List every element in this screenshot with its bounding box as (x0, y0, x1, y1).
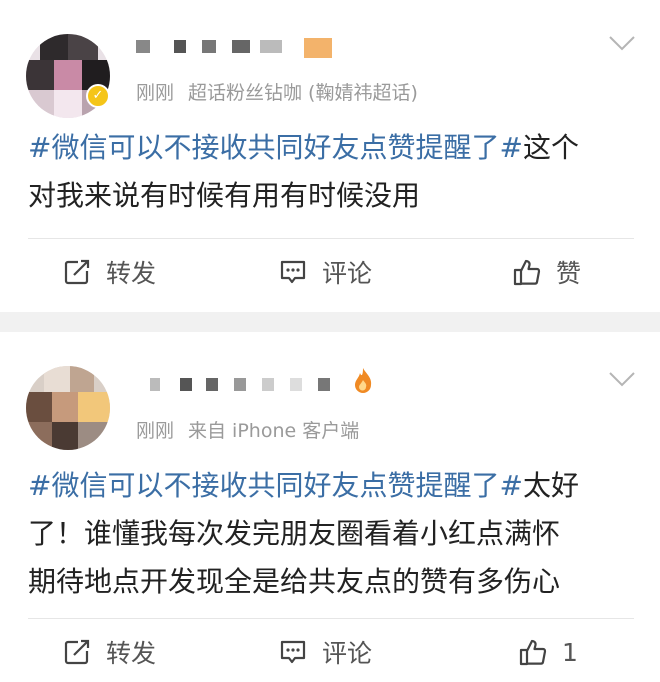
repost-button[interactable]: 转发 (62, 242, 156, 302)
post-text-segment: 这个 (522, 131, 579, 164)
card-separator (0, 312, 660, 332)
topic-link[interactable]: #微信可以不接收共同好友点赞提醒了# (28, 469, 523, 502)
repost-button[interactable]: 转发 (62, 622, 156, 682)
repost-icon (62, 257, 92, 287)
like-label: 赞 (556, 259, 582, 288)
post-meta: 刚刚 超话粉丝钻咖 (鞠婧祎超话) (136, 78, 418, 105)
like-button[interactable]: 1 (518, 622, 578, 682)
comment-label: 评论 (322, 259, 373, 288)
divider (28, 238, 634, 239)
post-text-line: 期待地点开发现全是给共友点的赞有多伤心 (28, 565, 561, 598)
repost-icon (62, 637, 92, 667)
comment-icon (278, 637, 308, 667)
post-text-line: 对我来说有时候有用有时候没用 (28, 179, 421, 212)
username-blurred[interactable] (136, 34, 336, 58)
action-bar: 转发 评论 赞 (0, 242, 660, 302)
comment-label: 评论 (322, 639, 373, 668)
divider (28, 618, 634, 619)
post-time: 刚刚 (136, 82, 175, 104)
feed-card: ✓ 刚刚 超话粉丝钻咖 (鞠婧祎超话) #微信可以不接收共同好友点赞提醒了#这个 … (0, 0, 660, 312)
action-bar: 转发 评论 1 (0, 622, 660, 682)
post-meta: 刚刚 来自 iPhone 客户端 (136, 416, 359, 443)
comment-icon (278, 257, 308, 287)
post-text-segment: 太好 (522, 469, 579, 502)
repost-label: 转发 (106, 639, 157, 668)
thumbs-up-icon (512, 257, 542, 287)
thumbs-up-icon (518, 637, 548, 667)
post-text: #微信可以不接收共同好友点赞提醒了#太好 了！谁懂我每次发完朋友圈看着小红点满怀… (28, 462, 634, 606)
like-count: 1 (562, 637, 578, 667)
post-source[interactable]: 超话粉丝钻咖 (鞠婧祎超话) (188, 82, 418, 104)
avatar[interactable] (26, 366, 110, 450)
post-text-line: #微信可以不接收共同好友点赞提醒了#这个 (28, 124, 634, 172)
chevron-down-icon[interactable] (608, 370, 636, 388)
chevron-down-icon[interactable] (608, 34, 636, 52)
post-text-line: #微信可以不接收共同好友点赞提醒了#太好 (28, 462, 634, 510)
fire-badge-icon (352, 366, 374, 394)
post-text-line: 了！谁懂我每次发完朋友圈看着小红点满怀 (28, 517, 561, 550)
like-button[interactable]: 赞 (512, 242, 581, 302)
post-source: 来自 iPhone 客户端 (188, 420, 360, 442)
post-time: 刚刚 (136, 420, 175, 442)
comment-button[interactable]: 评论 (278, 622, 372, 682)
repost-label: 转发 (106, 259, 157, 288)
post-text: #微信可以不接收共同好友点赞提醒了#这个 对我来说有时候有用有时候没用 (28, 124, 634, 220)
verified-badge-icon: ✓ (86, 84, 110, 108)
feed-card: 刚刚 来自 iPhone 客户端 #微信可以不接收共同好友点赞提醒了#太好 了！谁… (0, 332, 660, 680)
comment-button[interactable]: 评论 (278, 242, 372, 302)
topic-link[interactable]: #微信可以不接收共同好友点赞提醒了# (28, 131, 523, 164)
